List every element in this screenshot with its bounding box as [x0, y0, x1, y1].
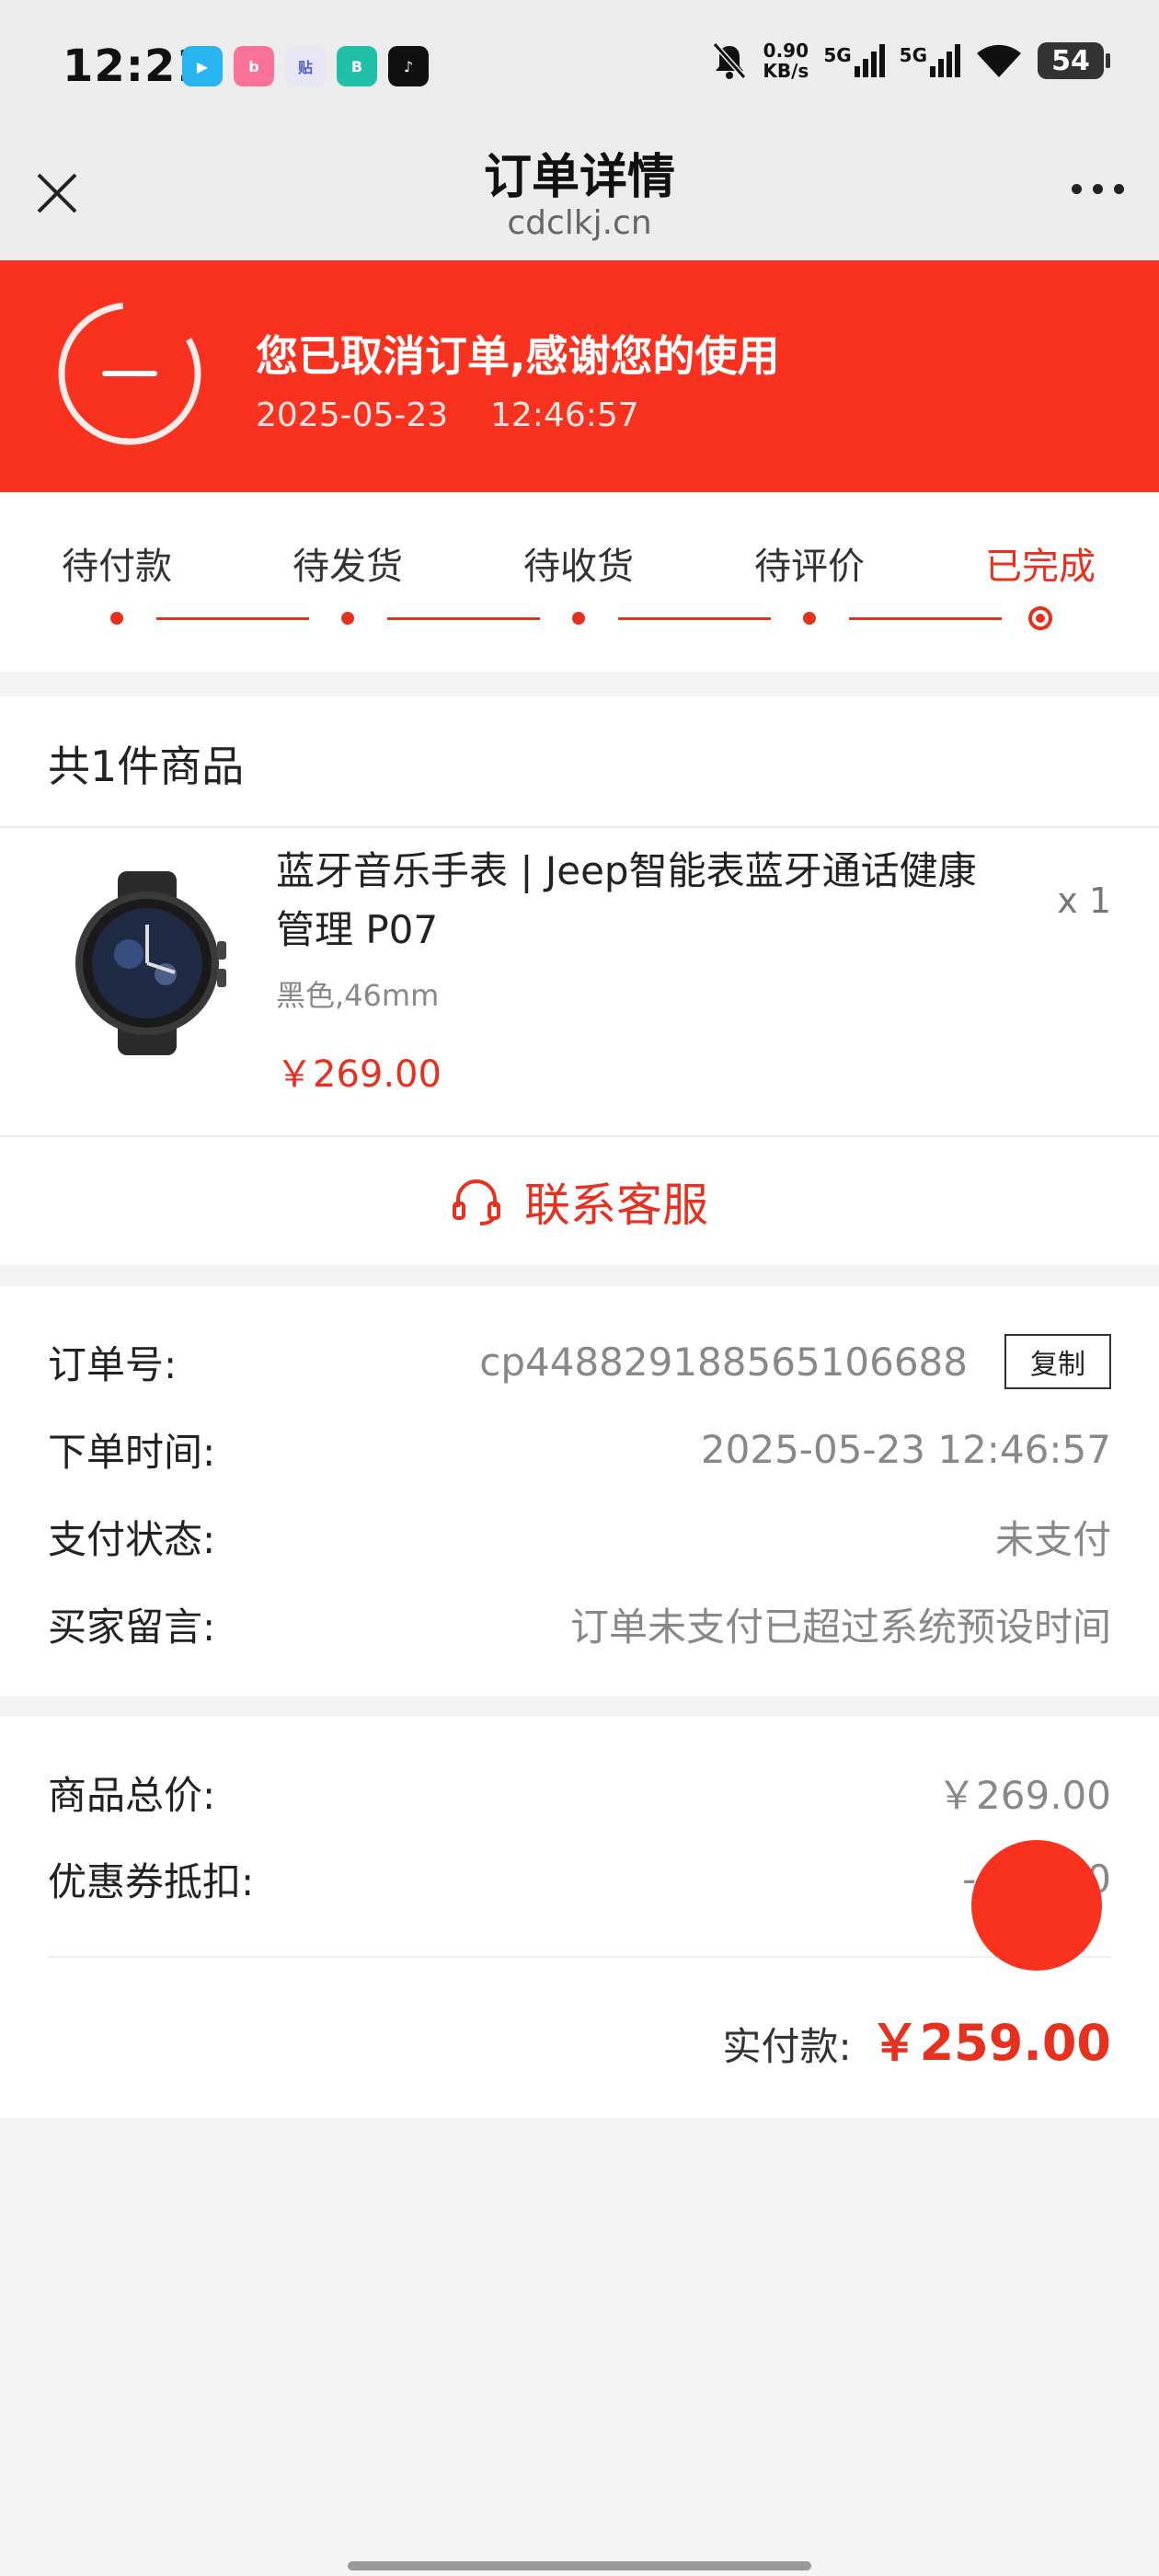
order-time-row: 下单时间: 2025-05-23 12:46:57 [48, 1421, 1111, 1477]
step-line [387, 617, 540, 620]
step-line [618, 617, 771, 620]
order-no-value: cp448829188565106688 [479, 1339, 968, 1385]
buyer-message-value: 订单未支付已超过系统预设时间 [569, 1604, 1111, 1650]
step-dot [110, 612, 123, 625]
buyer-message-label: 买家留言: [48, 1604, 216, 1650]
order-progress: 待付款 待发货 待收货 待评价 已完成 [0, 492, 1159, 672]
floating-action-ball[interactable] [971, 1840, 1102, 1971]
nav-bar: 订单详情 cdclkj.cn [0, 138, 1159, 260]
status-clock: 12:46:57 [490, 397, 639, 434]
step-completed: 已完成 [985, 546, 1096, 588]
contact-service-button[interactable]: 联系客服 [0, 1138, 1159, 1265]
copy-button[interactable]: 复制 [1004, 1334, 1111, 1389]
boss-app-icon: B [337, 46, 377, 86]
product-spec: 黑色,46mm [276, 978, 440, 1013]
step-pending-payment: 待付款 [62, 546, 172, 588]
home-indicator[interactable] [348, 2561, 811, 2570]
tieba-app-icon: 贴 [285, 46, 326, 86]
page-domain: cdclkj.cn [507, 204, 652, 242]
pay-status-label: 支付状态: [48, 1516, 216, 1562]
system-icons: 0.90 KB/s 5G 5G 54 [711, 40, 1110, 81]
divider [0, 826, 1159, 828]
pay-status-value: 未支付 [994, 1516, 1111, 1562]
divider [48, 1956, 1111, 1958]
step-dot [803, 612, 816, 625]
order-info-card: 订单号: cp448829188565106688 复制 下单时间: 2025-… [0, 1286, 1159, 1696]
order-time-value: 2025-05-23 12:46:57 [700, 1426, 1111, 1472]
signal-label-1: 5G [823, 44, 852, 66]
signal-icon-2: 5G [900, 44, 960, 77]
status-time: 2025-05-23 12:46:57 [256, 397, 639, 434]
mute-bell-icon [713, 42, 747, 79]
more-dot-icon [1114, 184, 1124, 194]
coupon-label: 优惠券抵扣: [48, 1858, 255, 1904]
step-dot [341, 612, 354, 625]
goods-total-row: 商品总价: ￥269.00 [48, 1765, 1111, 1820]
tiktok-app-icon: ♪ [388, 46, 429, 86]
goods-total-label: 商品总价: [48, 1772, 216, 1818]
cancelled-icon [58, 302, 201, 445]
order-no-value-wrap: cp448829188565106688 复制 [479, 1334, 1111, 1389]
order-status-banner: 您已取消订单,感谢您的使用 2025-05-23 12:46:57 [0, 260, 1159, 492]
status-message: 您已取消订单,感谢您的使用 [256, 331, 780, 381]
goods-card: 共1件商品 蓝牙音乐手表 | Jeep智能表蓝牙通话健康管理 P07 x 1 黑… [0, 696, 1159, 1265]
paid-row: 实付款: ￥259.00 [722, 2002, 1111, 2075]
step-line [849, 617, 1002, 620]
contact-service-label: 联系客服 [524, 1179, 708, 1232]
paid-label: 实付款: [722, 2024, 852, 2069]
pay-status-row: 支付状态: 未支付 [48, 1509, 1111, 1564]
status-date: 2025-05-23 [256, 397, 449, 434]
product-image[interactable] [64, 871, 230, 1055]
net-speed: 0.90 KB/s [763, 40, 809, 81]
step-dot [572, 612, 585, 625]
wifi-icon [977, 44, 1021, 77]
coupon-row: 优惠券抵扣: - 0 [48, 1851, 1111, 1906]
step-pending-shipment: 待发货 [293, 546, 403, 588]
page-title: 订单详情 [483, 150, 675, 205]
battery-icon: 54 [1038, 42, 1110, 79]
more-button[interactable] [1072, 184, 1124, 194]
net-speed-unit: KB/s [763, 60, 809, 82]
paid-value: ￥259.00 [869, 2014, 1111, 2072]
iqiyi-app-icon: ▶ [182, 46, 223, 86]
more-dot-icon [1093, 184, 1103, 194]
more-dot-icon [1072, 184, 1082, 194]
signal-label-2: 5G [899, 44, 927, 66]
notification-app-icons: ▶ b 贴 B ♪ [182, 46, 429, 86]
product-price: ￥269.00 [276, 1053, 442, 1096]
product-quantity: x 1 [1057, 880, 1111, 921]
product-name[interactable]: 蓝牙音乐手表 | Jeep智能表蓝牙通话健康管理 P07 [276, 842, 1012, 960]
net-speed-value: 0.90 [763, 40, 809, 62]
goods-total-value: ￥269.00 [937, 1772, 1111, 1818]
goods-count: 共1件商品 [48, 742, 245, 791]
order-no-label: 订单号: [48, 1341, 178, 1387]
step-pending-receipt: 待收货 [523, 546, 634, 588]
bilibili-app-icon: b [234, 46, 274, 86]
step-pending-review: 待评价 [754, 546, 865, 588]
signal-icon-1: 5G [823, 44, 885, 77]
battery-level: 54 [1051, 44, 1090, 77]
step-dot-current [1028, 606, 1052, 630]
divider [0, 1135, 1159, 1137]
headset-icon [453, 1179, 500, 1225]
step-line [156, 617, 309, 620]
status-bar: 12:21 ▶ b 贴 B ♪ 0.90 KB/s 5G 5G 54 [0, 0, 1159, 138]
order-no-row: 订单号: cp448829188565106688 复制 [48, 1334, 1111, 1389]
order-time-label: 下单时间: [48, 1429, 216, 1475]
buyer-message-row: 买家留言: 订单未支付已超过系统预设时间 [48, 1596, 1111, 1651]
